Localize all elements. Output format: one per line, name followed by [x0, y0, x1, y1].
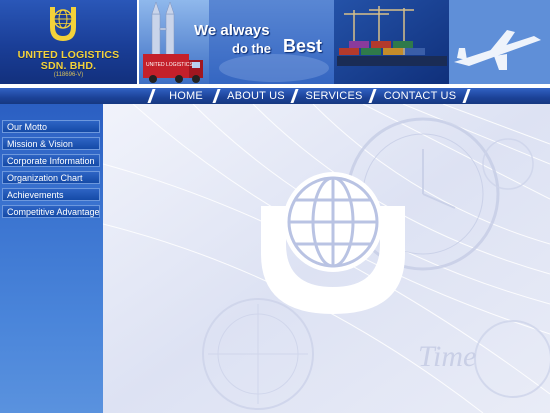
sidebar-item-organization-chart[interactable]: Organization Chart	[2, 171, 100, 184]
banner-slogan-do-the: do the	[232, 41, 271, 56]
sidebar-item-competitive-advantage[interactable]: Competitive Advantage	[2, 205, 100, 218]
nav-separator	[462, 89, 471, 103]
header: UNITED LOGISTICS SDN. BHD. (118696-V) UN…	[0, 0, 550, 88]
company-name-line2: SDN. BHD.	[40, 60, 97, 72]
nav-separator	[147, 89, 156, 103]
nav-home-link[interactable]: HOME	[158, 88, 214, 104]
background-artwork: Time	[103, 104, 550, 413]
sidebar-item-corporate-information[interactable]: Corporate Information	[2, 154, 100, 167]
truck-text: UNITED LOGISTICS	[146, 62, 193, 68]
time-watermark-text: Time	[418, 340, 476, 373]
sidebar-item-achievements[interactable]: Achievements	[2, 188, 100, 201]
nav-services-link[interactable]: SERVICES	[300, 88, 368, 104]
main-content: Time	[103, 104, 550, 413]
header-banner: UNITED LOGISTICS We always do the Best	[139, 0, 550, 84]
nav-separator	[290, 89, 299, 103]
compass-watermark-icon	[202, 298, 314, 410]
banner-slogan-best: Best	[283, 36, 323, 56]
main-navigation: HOME ABOUT US SERVICES CONTACT US	[0, 88, 550, 104]
nav-separator	[368, 89, 377, 103]
sidebar-item-our-motto[interactable]: Our Motto	[2, 120, 100, 133]
sidebar-item-mission-vision[interactable]: Mission & Vision	[2, 137, 100, 150]
company-registration: (118696-V)	[53, 72, 84, 78]
banner-image: UNITED LOGISTICS	[139, 0, 550, 84]
globe-logo-icon	[50, 7, 76, 41]
banner-slogan-we-always: We always	[194, 22, 270, 39]
sidebar: Our Motto Mission & Vision Corporate Inf…	[0, 104, 103, 413]
nav-contact-us-link[interactable]: CONTACT US	[378, 88, 462, 104]
company-logo[interactable]: UNITED LOGISTICS SDN. BHD. (118696-V)	[0, 0, 137, 84]
nav-about-us-link[interactable]: ABOUT US	[222, 88, 290, 104]
